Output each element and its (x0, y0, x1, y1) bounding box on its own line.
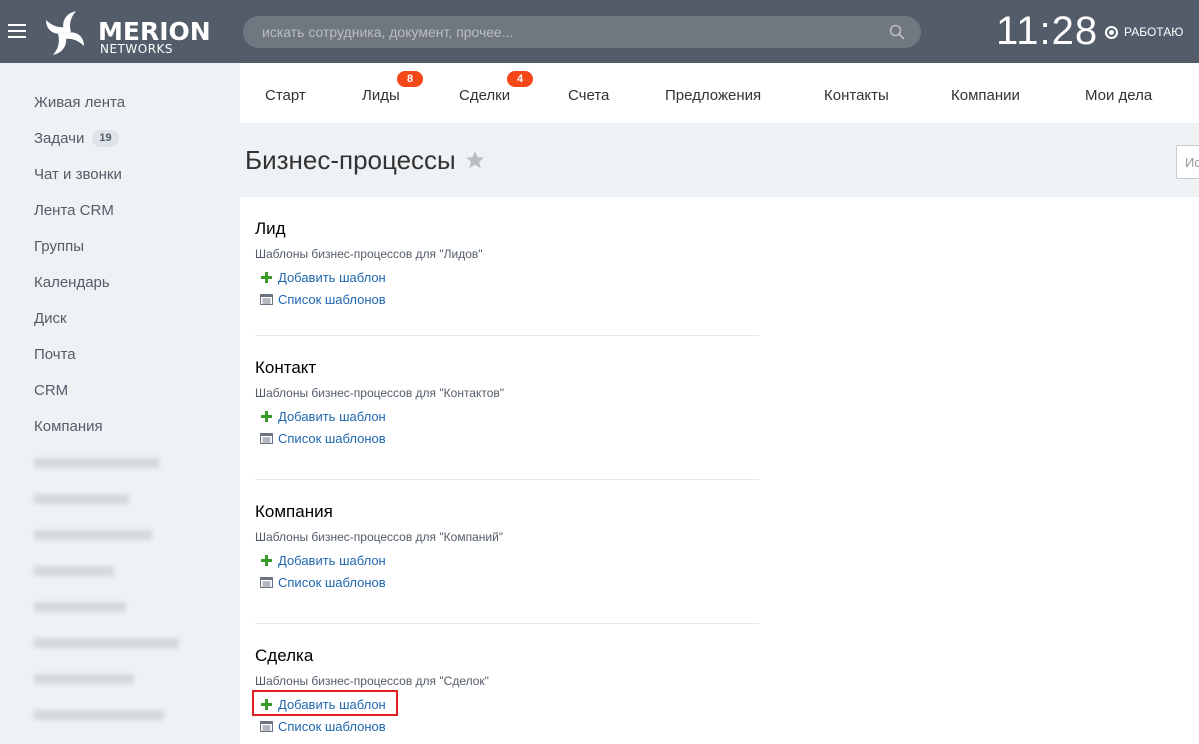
template-list-link[interactable]: Список шаблонов (260, 290, 386, 308)
hamburger-menu-icon[interactable] (8, 24, 26, 38)
list-icon (260, 576, 273, 588)
sidebar-item-blurred[interactable] (34, 638, 179, 648)
tab-deals[interactable]: Сделки 4 (459, 71, 533, 104)
sidebar-item-live-feed[interactable]: Живая лента (34, 90, 125, 114)
global-search (243, 16, 921, 48)
add-template-link[interactable]: Добавить шаблон (260, 268, 386, 286)
tab-label: Старт (265, 87, 306, 104)
section-title: Лид (255, 219, 286, 238)
sidebar-item-chat[interactable]: Чат и звонки (34, 162, 122, 186)
sidebar-item-blurred[interactable] (34, 530, 152, 540)
search-icon[interactable] (889, 24, 905, 40)
filter-search-box (1176, 145, 1199, 179)
add-template-label: Добавить шаблон (278, 269, 386, 285)
tab-label: Компании (951, 87, 1020, 104)
tab-leads[interactable]: Лиды 8 (362, 71, 423, 104)
section-title: Контакт (255, 358, 317, 377)
filter-search-input[interactable] (1177, 146, 1199, 178)
sidebar-item-blurred[interactable] (34, 494, 129, 504)
sidebar-item-crm-feed[interactable]: Лента CRM (34, 198, 114, 222)
sidebar-item-label: Лента CRM (34, 201, 114, 219)
tab-label: Сделки (459, 87, 511, 104)
tab-contacts[interactable]: Контакты (824, 87, 889, 104)
record-icon (1105, 25, 1118, 39)
section-divider (255, 623, 759, 624)
template-list-label: Список шаблонов (278, 574, 386, 590)
section-description: Шаблоны бизнес-процессов для "Лидов" (255, 247, 483, 261)
list-icon (260, 720, 273, 732)
list-icon (260, 293, 273, 305)
plus-icon (261, 554, 272, 566)
template-list-link[interactable]: Список шаблонов (260, 717, 386, 735)
work-status-label: РАБОТАЮ (1124, 25, 1184, 39)
sidebar-item-label: Чат и звонки (34, 165, 122, 183)
tab-label: Контакты (824, 87, 889, 104)
sidebar-item-crm[interactable]: CRM (34, 378, 68, 402)
sidebar-item-blurred[interactable] (34, 674, 134, 684)
tab-quotes[interactable]: Предложения (665, 87, 761, 104)
section-description: Шаблоны бизнес-процессов для "Контактов" (255, 386, 505, 400)
tab-invoices[interactable]: Счета (568, 87, 609, 104)
sidebar-item-label: Календарь (34, 273, 110, 291)
template-list-link[interactable]: Список шаблонов (260, 429, 386, 447)
work-status-button[interactable]: РАБОТАЮ (1105, 24, 1183, 40)
sidebar-item-label: Почта (34, 345, 76, 363)
tab-label: Мои дела (1085, 87, 1153, 104)
section-description: Шаблоны бизнес-процессов для "Компаний" (255, 530, 504, 544)
plus-icon (261, 271, 272, 283)
sidebar-item-label: Группы (34, 237, 84, 255)
sidebar-item-label: Живая лента (34, 93, 126, 111)
logo-subtext: NETWORKS (100, 42, 174, 56)
sidebar-item-label: Компания (34, 417, 103, 435)
sidebar-item-blurred[interactable] (34, 566, 114, 576)
tab-companies[interactable]: Компании (951, 87, 1020, 104)
clock[interactable]: 11:28 (996, 7, 1098, 55)
add-template-label: Добавить шаблон (278, 408, 386, 424)
global-search-input[interactable] (243, 16, 883, 48)
sidebar-item-blurred[interactable] (34, 602, 126, 612)
plus-icon (261, 698, 272, 710)
deals-counter-badge: 4 (507, 71, 533, 87)
tab-label: Лиды (362, 87, 400, 104)
logo-mark-icon (46, 11, 84, 55)
template-list-label: Список шаблонов (278, 718, 386, 734)
tasks-count-badge: 19 (92, 129, 119, 147)
sidebar-item-company[interactable]: Компания (34, 414, 103, 438)
section-divider (255, 335, 759, 336)
template-list-link[interactable]: Список шаблонов (260, 573, 386, 591)
sidebar-item-blurred[interactable] (34, 458, 159, 468)
sidebar-item-groups[interactable]: Группы (34, 234, 84, 258)
list-icon (260, 432, 273, 444)
sidebar-item-blurred[interactable] (34, 710, 164, 720)
sidebar-item-mail[interactable]: Почта (34, 342, 76, 366)
tab-label: Предложения (665, 87, 762, 104)
add-template-link[interactable]: Добавить шаблон (260, 407, 386, 425)
tab-label: Счета (568, 87, 610, 104)
page-title: Бизнес-процессы (245, 145, 456, 175)
template-list-label: Список шаблонов (278, 430, 386, 446)
plus-icon (261, 410, 272, 422)
company-logo[interactable]: MERION NETWORKS (36, 10, 211, 56)
tab-my-activities[interactable]: Мои дела (1085, 87, 1152, 104)
section-description: Шаблоны бизнес-процессов для "Сделок" (255, 674, 489, 688)
section-divider (255, 479, 759, 480)
add-template-label: Добавить шаблон (278, 696, 386, 712)
section-title: Сделка (255, 646, 314, 665)
favorite-star-icon[interactable] (464, 149, 486, 171)
section-title: Компания (255, 502, 333, 521)
add-template-label: Добавить шаблон (278, 552, 386, 568)
tab-start[interactable]: Старт (265, 87, 306, 104)
top-header: MERION NETWORKS 11:28 РАБОТАЮ (0, 0, 1199, 63)
sidebar-item-label: CRM (34, 381, 69, 399)
sidebar-item-label: Задачи (34, 129, 85, 147)
sidebar-item-disk[interactable]: Диск (34, 306, 67, 330)
sidebar-item-tasks[interactable]: Задачи 19 (34, 126, 119, 150)
leads-counter-badge: 8 (397, 71, 423, 87)
add-template-link[interactable]: Добавить шаблон (260, 695, 386, 713)
sidebar-item-calendar[interactable]: Календарь (34, 270, 110, 294)
add-template-link[interactable]: Добавить шаблон (260, 551, 386, 569)
template-list-label: Список шаблонов (278, 291, 386, 307)
sidebar-item-label: Диск (34, 309, 67, 327)
